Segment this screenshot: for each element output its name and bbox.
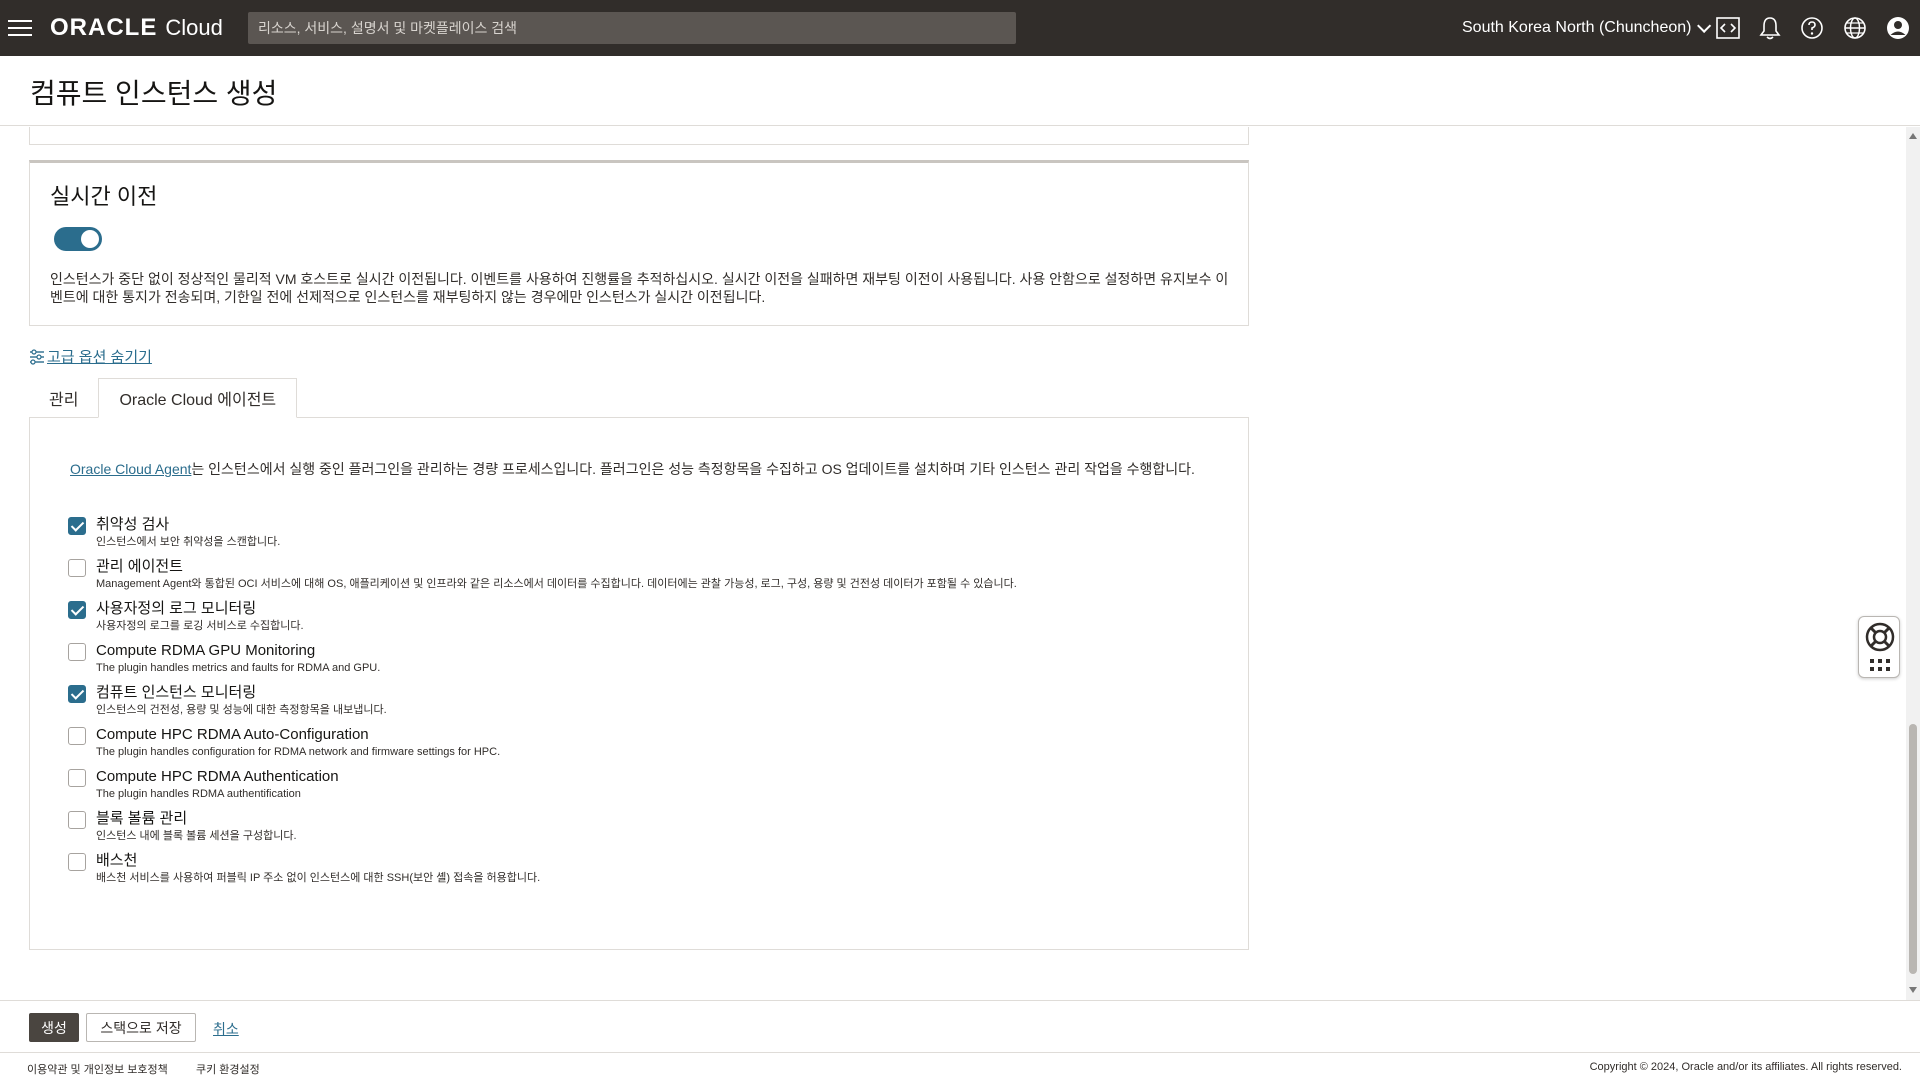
apps-grid-icon: [1870, 659, 1890, 671]
plugin-rdma-gpu-monitoring: Compute RDMA GPU Monitoring The plugin ha…: [68, 642, 380, 676]
help-icon[interactable]: [1798, 14, 1826, 42]
footer: 이용약관 및 개인정보 보호정책 쿠키 환경설정 Copyright © 202…: [0, 1052, 1920, 1080]
create-button[interactable]: 생성: [29, 1013, 79, 1042]
checkbox-hpc-rdma-auto-config[interactable]: [68, 727, 86, 745]
previous-section-box: [29, 127, 1249, 145]
checkbox-rdma-gpu-monitoring[interactable]: [68, 643, 86, 661]
checkbox-vulnerability-scanning[interactable]: [68, 517, 86, 535]
top-navigation-bar: ORACLE Cloud South Korea North (Chuncheo…: [0, 0, 1920, 56]
lifebuoy-icon: [1865, 622, 1895, 652]
plugin-name: 관리 에이전트: [96, 558, 183, 575]
oracle-cloud-agent-link[interactable]: Oracle Cloud Agent: [70, 461, 191, 477]
live-migration-heading: 실시간 이전: [50, 184, 158, 209]
search-input[interactable]: [248, 12, 1016, 44]
region-selector[interactable]: South Korea North (Chuncheon): [1462, 0, 1712, 56]
plugin-hpc-rdma-authentication: Compute HPC RDMA Authentication The plugi…: [68, 768, 339, 802]
globe-icon[interactable]: [1841, 14, 1869, 42]
checkbox-management-agent[interactable]: [68, 559, 86, 577]
sliders-icon: [30, 348, 44, 365]
plugin-management-agent: 관리 에이전트 Management Agent와 통합된 OCI 서비스에 대해…: [68, 558, 1017, 592]
checkbox-hpc-rdma-authentication[interactable]: [68, 769, 86, 787]
checkbox-bastion[interactable]: [68, 853, 86, 871]
terms-privacy-link[interactable]: 이용약관 및 개인정보 보호정책: [27, 1061, 168, 1077]
action-bar: 생성 스택으로 저장 취소: [0, 1000, 1920, 1052]
scroll-up-arrow-icon[interactable]: [1909, 133, 1917, 139]
plugin-name: 사용자정의 로그 모니터링: [96, 600, 257, 617]
plugin-hpc-rdma-auto-config: Compute HPC RDMA Auto-Configuration The p…: [68, 726, 500, 760]
checkbox-custom-logs-monitoring[interactable]: [68, 601, 86, 619]
region-label: South Korea North (Chuncheon): [1462, 19, 1692, 36]
plugin-desc: The plugin handles configuration for RDM…: [96, 746, 501, 758]
plugin-name: 배스천: [96, 852, 138, 869]
tab-management[interactable]: 관리: [29, 378, 98, 418]
advanced-tabs: 관리 Oracle Cloud 에이전트: [29, 378, 298, 418]
tab-oracle-cloud-agent[interactable]: Oracle Cloud 에이전트: [98, 378, 298, 418]
plugin-desc: The plugin handles RDMA authentification: [96, 788, 301, 800]
plugin-name: Compute HPC RDMA Auto-Configuration: [96, 726, 369, 743]
checkbox-block-volume-management[interactable]: [68, 811, 86, 829]
plugin-name: 블록 볼륨 관리: [96, 810, 188, 827]
agent-intro: Oracle Cloud Agent는 인스턴스에서 실행 중인 플러그인을 관…: [70, 460, 1220, 478]
plugin-compute-instance-monitoring: 컴퓨트 인스턴스 모니터링인스턴스의 건전성, 용량 및 성능에 대한 측정항목…: [68, 684, 387, 718]
save-as-stack-button[interactable]: 스택으로 저장: [86, 1013, 196, 1042]
plugin-desc: Management Agent와 통합된 OCI 서비스에 대해 OS, 애플…: [96, 578, 1017, 590]
plugin-desc: 인스턴스 내에 블록 볼륨 세션을 구성합니다.: [96, 830, 297, 842]
main-content: 실시간 이전 인스턴스가 중단 없이 정상적인 물리적 VM 호스트로 실시간 …: [0, 127, 1906, 1000]
cookie-preferences-link[interactable]: 쿠키 환경설정: [196, 1061, 260, 1077]
plugin-name: 취약성 검사: [96, 516, 170, 533]
plugin-desc: 배스천 서비스를 사용하여 퍼블릭 IP 주소 없이 인스턴스에 대한 SSH(…: [96, 872, 541, 884]
live-migration-section: 실시간 이전 인스턴스가 중단 없이 정상적인 물리적 VM 호스트로 실시간 …: [29, 160, 1249, 326]
plugin-desc: 인스턴스의 건전성, 용량 및 성능에 대한 측정항목을 내보냅니다.: [96, 704, 387, 716]
brand-oracle: ORACLE: [50, 14, 158, 41]
scroll-down-arrow-icon[interactable]: [1909, 987, 1917, 993]
menu-icon[interactable]: [0, 0, 40, 56]
plugin-name: Compute HPC RDMA Authentication: [96, 768, 339, 785]
live-migration-description: 인스턴스가 중단 없이 정상적인 물리적 VM 호스트로 실시간 이전됩니다. …: [50, 271, 1229, 305]
chevron-down-icon: [1697, 18, 1712, 33]
agent-intro-text: 는 인스턴스에서 실행 중인 플러그인을 관리하는 경량 프로세스입니다. 플러…: [191, 461, 1195, 477]
plugin-name: 컴퓨트 인스턴스 모니터링: [96, 684, 257, 701]
bell-icon[interactable]: [1756, 14, 1784, 42]
oracle-cloud-agent-panel: Oracle Cloud Agent는 인스턴스에서 실행 중인 플러그인을 관…: [29, 417, 1249, 950]
hide-advanced-options-label: 고급 옵션 숨기기: [47, 349, 152, 366]
live-migration-toggle[interactable]: [54, 227, 102, 251]
plugin-name: Compute RDMA GPU Monitoring: [96, 642, 316, 659]
copyright-text: Copyright © 2024, Oracle and/or its affi…: [1589, 1061, 1902, 1073]
plugin-custom-logs-monitoring: 사용자정의 로그 모니터링사용자정의 로그를 로깅 서비스로 수집합니다.: [68, 600, 304, 634]
user-icon[interactable]: [1884, 14, 1912, 42]
plugin-block-volume-management: 블록 볼륨 관리인스턴스 내에 블록 볼륨 세션을 구성합니다.: [68, 810, 297, 844]
checkbox-compute-instance-monitoring[interactable]: [68, 685, 86, 703]
brand-cloud: Cloud: [165, 15, 223, 40]
plugin-bastion: 배스천배스천 서비스를 사용하여 퍼블릭 IP 주소 없이 인스턴스에 대한 S…: [68, 852, 540, 886]
code-editor-icon[interactable]: [1714, 14, 1742, 42]
page-header: 컴퓨트 인스턴스 생성: [0, 56, 1920, 126]
plugin-desc: 사용자정의 로그를 로깅 서비스로 수집합니다.: [96, 620, 304, 632]
hide-advanced-options-link[interactable]: 고급 옵션 숨기기: [29, 346, 152, 367]
plugin-vulnerability-scanning: 취약성 검사인스턴스에서 보안 취약성을 스캔합니다.: [68, 516, 280, 550]
scrollbar-thumb[interactable]: [1909, 724, 1917, 974]
cancel-link[interactable]: 취소: [213, 1019, 239, 1039]
plugin-desc: 인스턴스에서 보안 취약성을 스캔합니다.: [96, 536, 281, 548]
plugin-desc: The plugin handles metrics and faults fo…: [96, 662, 381, 674]
vertical-scrollbar[interactable]: [1906, 127, 1920, 1000]
help-support-widget[interactable]: [1858, 616, 1900, 678]
oracle-cloud-logo[interactable]: ORACLE Cloud: [50, 14, 223, 42]
page-title: 컴퓨트 인스턴스 생성: [30, 78, 278, 109]
